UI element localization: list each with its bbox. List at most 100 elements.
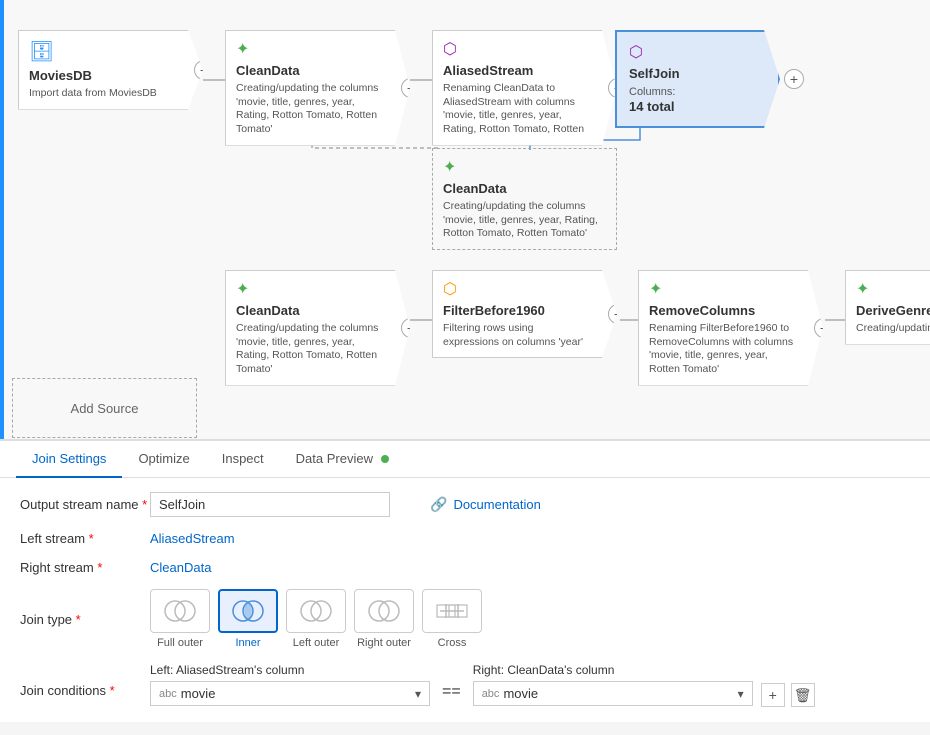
join-types-group: Full outer Inner — [150, 589, 482, 649]
required-star-4: * — [76, 612, 81, 627]
left-outer-icon — [298, 597, 334, 625]
right-col-header: Right: CleanData's column — [473, 663, 753, 677]
node-remove-desc: Renaming FilterBefore1960 to RemoveColum… — [649, 322, 797, 377]
node-removecolumns[interactable]: ✦ RemoveColumns Renaming FilterBefore196… — [638, 270, 823, 386]
tab-inspect[interactable]: Inspect — [206, 441, 280, 478]
node-filterbefore1960[interactable]: ⬡ FilterBefore1960 Filtering rows using … — [432, 270, 617, 358]
node-cleandata3-plus[interactable]: + — [401, 318, 421, 338]
node-remove-plus[interactable]: + — [814, 318, 834, 338]
tabs-bar: Join Settings Optimize Inspect Data Prev… — [0, 441, 930, 478]
condition-actions: + 🗑 — [761, 683, 815, 707]
left-outer-icon-wrap — [286, 589, 346, 633]
required-star-2: * — [89, 531, 94, 546]
node-selfjoin-subtitle: Columns: — [629, 85, 750, 99]
add-source-label: Add Source — [71, 401, 139, 416]
add-condition-button[interactable]: + — [761, 683, 785, 707]
join-type-cross[interactable]: Cross — [422, 589, 482, 649]
doc-icon: 🔗 — [430, 496, 447, 513]
left-column-group: Left: AliasedStream's column abc movie ▾ — [150, 663, 430, 706]
full-outer-label: Full outer — [157, 637, 203, 649]
node-aliasedstream-desc: Renaming CleanData to AliasedStream with… — [443, 82, 591, 137]
node-cleandata1-desc: Creating/updating the columns 'movie, ti… — [236, 82, 384, 137]
node-aliasedstream[interactable]: ⬡ AliasedStream Renaming CleanData to Al… — [432, 30, 617, 146]
filter-icon: ⬡ — [443, 279, 457, 299]
node-cleandata1-title: CleanData — [236, 63, 384, 78]
join-type-left-outer[interactable]: Left outer — [286, 589, 346, 649]
inner-label: Inner — [235, 637, 260, 649]
tab-data-preview[interactable]: Data Preview — [280, 441, 405, 478]
cleandata3-icon: ✦ — [236, 279, 249, 299]
right-col-dropdown[interactable]: abc movie ▾ — [473, 681, 753, 706]
join-type-right-outer[interactable]: Right outer — [354, 589, 414, 649]
left-col-value: movie — [181, 686, 415, 701]
join-type-full-outer[interactable]: Full outer — [150, 589, 210, 649]
required-star-1: * — [142, 497, 147, 512]
node-derive-title: DeriveGenre — [856, 303, 930, 318]
node-cleandata1-plus[interactable]: + — [401, 78, 421, 98]
join-type-label: Join type * — [20, 612, 150, 627]
settings-content: Output stream name * 🔗 Documentation Lef… — [0, 478, 930, 735]
left-stream-link[interactable]: AliasedStream — [150, 531, 235, 546]
join-conditions-row: Join conditions * Left: AliasedStream's … — [20, 663, 910, 707]
node-cleandata1[interactable]: ✦ CleanData Creating/updating the column… — [225, 30, 410, 146]
node-moviesdb-plus[interactable]: + — [194, 60, 214, 80]
aliasedstream-icon: ⬡ — [443, 39, 457, 59]
left-stream-label: Left stream * — [20, 531, 150, 546]
right-outer-icon-wrap — [354, 589, 414, 633]
equals-sign: == — [442, 683, 461, 701]
node-cleandata2[interactable]: ✦ CleanData Creating/updating the column… — [432, 148, 617, 250]
left-col-arrow-icon: ▾ — [415, 687, 421, 701]
join-type-inner[interactable]: Inner — [218, 589, 278, 649]
output-stream-label: Output stream name * — [20, 497, 150, 512]
node-selfjoin[interactable]: ⬡ SelfJoin Columns: 14 total + — [615, 30, 780, 128]
node-filter-desc: Filtering rows using expressions on colu… — [443, 322, 591, 349]
documentation-link[interactable]: 🔗 Documentation — [430, 496, 541, 513]
node-aliasedstream-title: AliasedStream — [443, 63, 591, 78]
left-col-dropdown[interactable]: abc movie ▾ — [150, 681, 430, 706]
bottom-panel: Join Settings Optimize Inspect Data Prev… — [0, 440, 930, 722]
node-cleandata3-desc: Creating/updating the columns 'movie, ti… — [236, 322, 384, 377]
output-stream-input[interactable] — [150, 492, 390, 517]
left-col-header: Left: AliasedStream's column — [150, 663, 430, 677]
add-source-button[interactable]: Add Source — [12, 378, 197, 438]
node-remove-title: RemoveColumns — [649, 303, 797, 318]
moviesdb-icon: 🗄 — [29, 39, 54, 64]
left-outer-label: Left outer — [293, 637, 339, 649]
cross-icon — [434, 597, 470, 625]
right-col-abc: abc — [482, 688, 500, 700]
derive-icon: ✦ — [856, 279, 869, 299]
node-cleandata3[interactable]: ✦ CleanData Creating/updating the column… — [225, 270, 410, 386]
right-stream-link[interactable]: CleanData — [150, 560, 211, 575]
tab-optimize[interactable]: Optimize — [122, 441, 205, 478]
delete-condition-button[interactable]: 🗑 — [791, 683, 815, 707]
inner-icon-wrap — [218, 589, 278, 633]
node-moviesdb-title: MoviesDB — [29, 68, 177, 83]
cleandata1-icon: ✦ — [236, 39, 249, 59]
node-filter-plus[interactable]: + — [608, 304, 628, 324]
node-derivegenre[interactable]: ✦ DeriveGenre Creating/updating... — [845, 270, 930, 345]
cleandata2-icon: ✦ — [443, 157, 456, 177]
right-outer-label: Right outer — [357, 637, 411, 649]
tab-join-settings[interactable]: Join Settings — [16, 441, 122, 478]
right-stream-row: Right stream * CleanData — [20, 560, 910, 575]
data-preview-dot — [381, 455, 389, 463]
node-cleandata2-desc: Creating/updating the columns 'movie, ti… — [443, 200, 606, 241]
join-type-row: Join type * Full outer — [20, 589, 910, 649]
node-selfjoin-title: SelfJoin — [629, 66, 750, 81]
left-col-abc: abc — [159, 688, 177, 700]
required-star-3: * — [97, 560, 102, 575]
node-derive-desc: Creating/updating... — [856, 322, 930, 336]
right-col-value: movie — [503, 686, 737, 701]
join-conditions-label: Join conditions * — [20, 663, 150, 698]
required-star-5: * — [110, 683, 115, 698]
selfjoin-icon: ⬡ — [629, 42, 643, 62]
node-selfjoin-count: 14 total — [629, 99, 750, 116]
node-selfjoin-plus[interactable]: + — [784, 69, 804, 89]
canvas-area: 🗄 MoviesDB Import data from MoviesDB + ✦… — [0, 0, 930, 440]
right-outer-icon — [366, 597, 402, 625]
right-stream-label: Right stream * — [20, 560, 150, 575]
inner-icon — [230, 597, 266, 625]
full-outer-icon-wrap — [150, 589, 210, 633]
right-column-group: Right: CleanData's column abc movie ▾ — [473, 663, 753, 706]
node-moviesdb[interactable]: 🗄 MoviesDB Import data from MoviesDB + — [18, 30, 203, 110]
